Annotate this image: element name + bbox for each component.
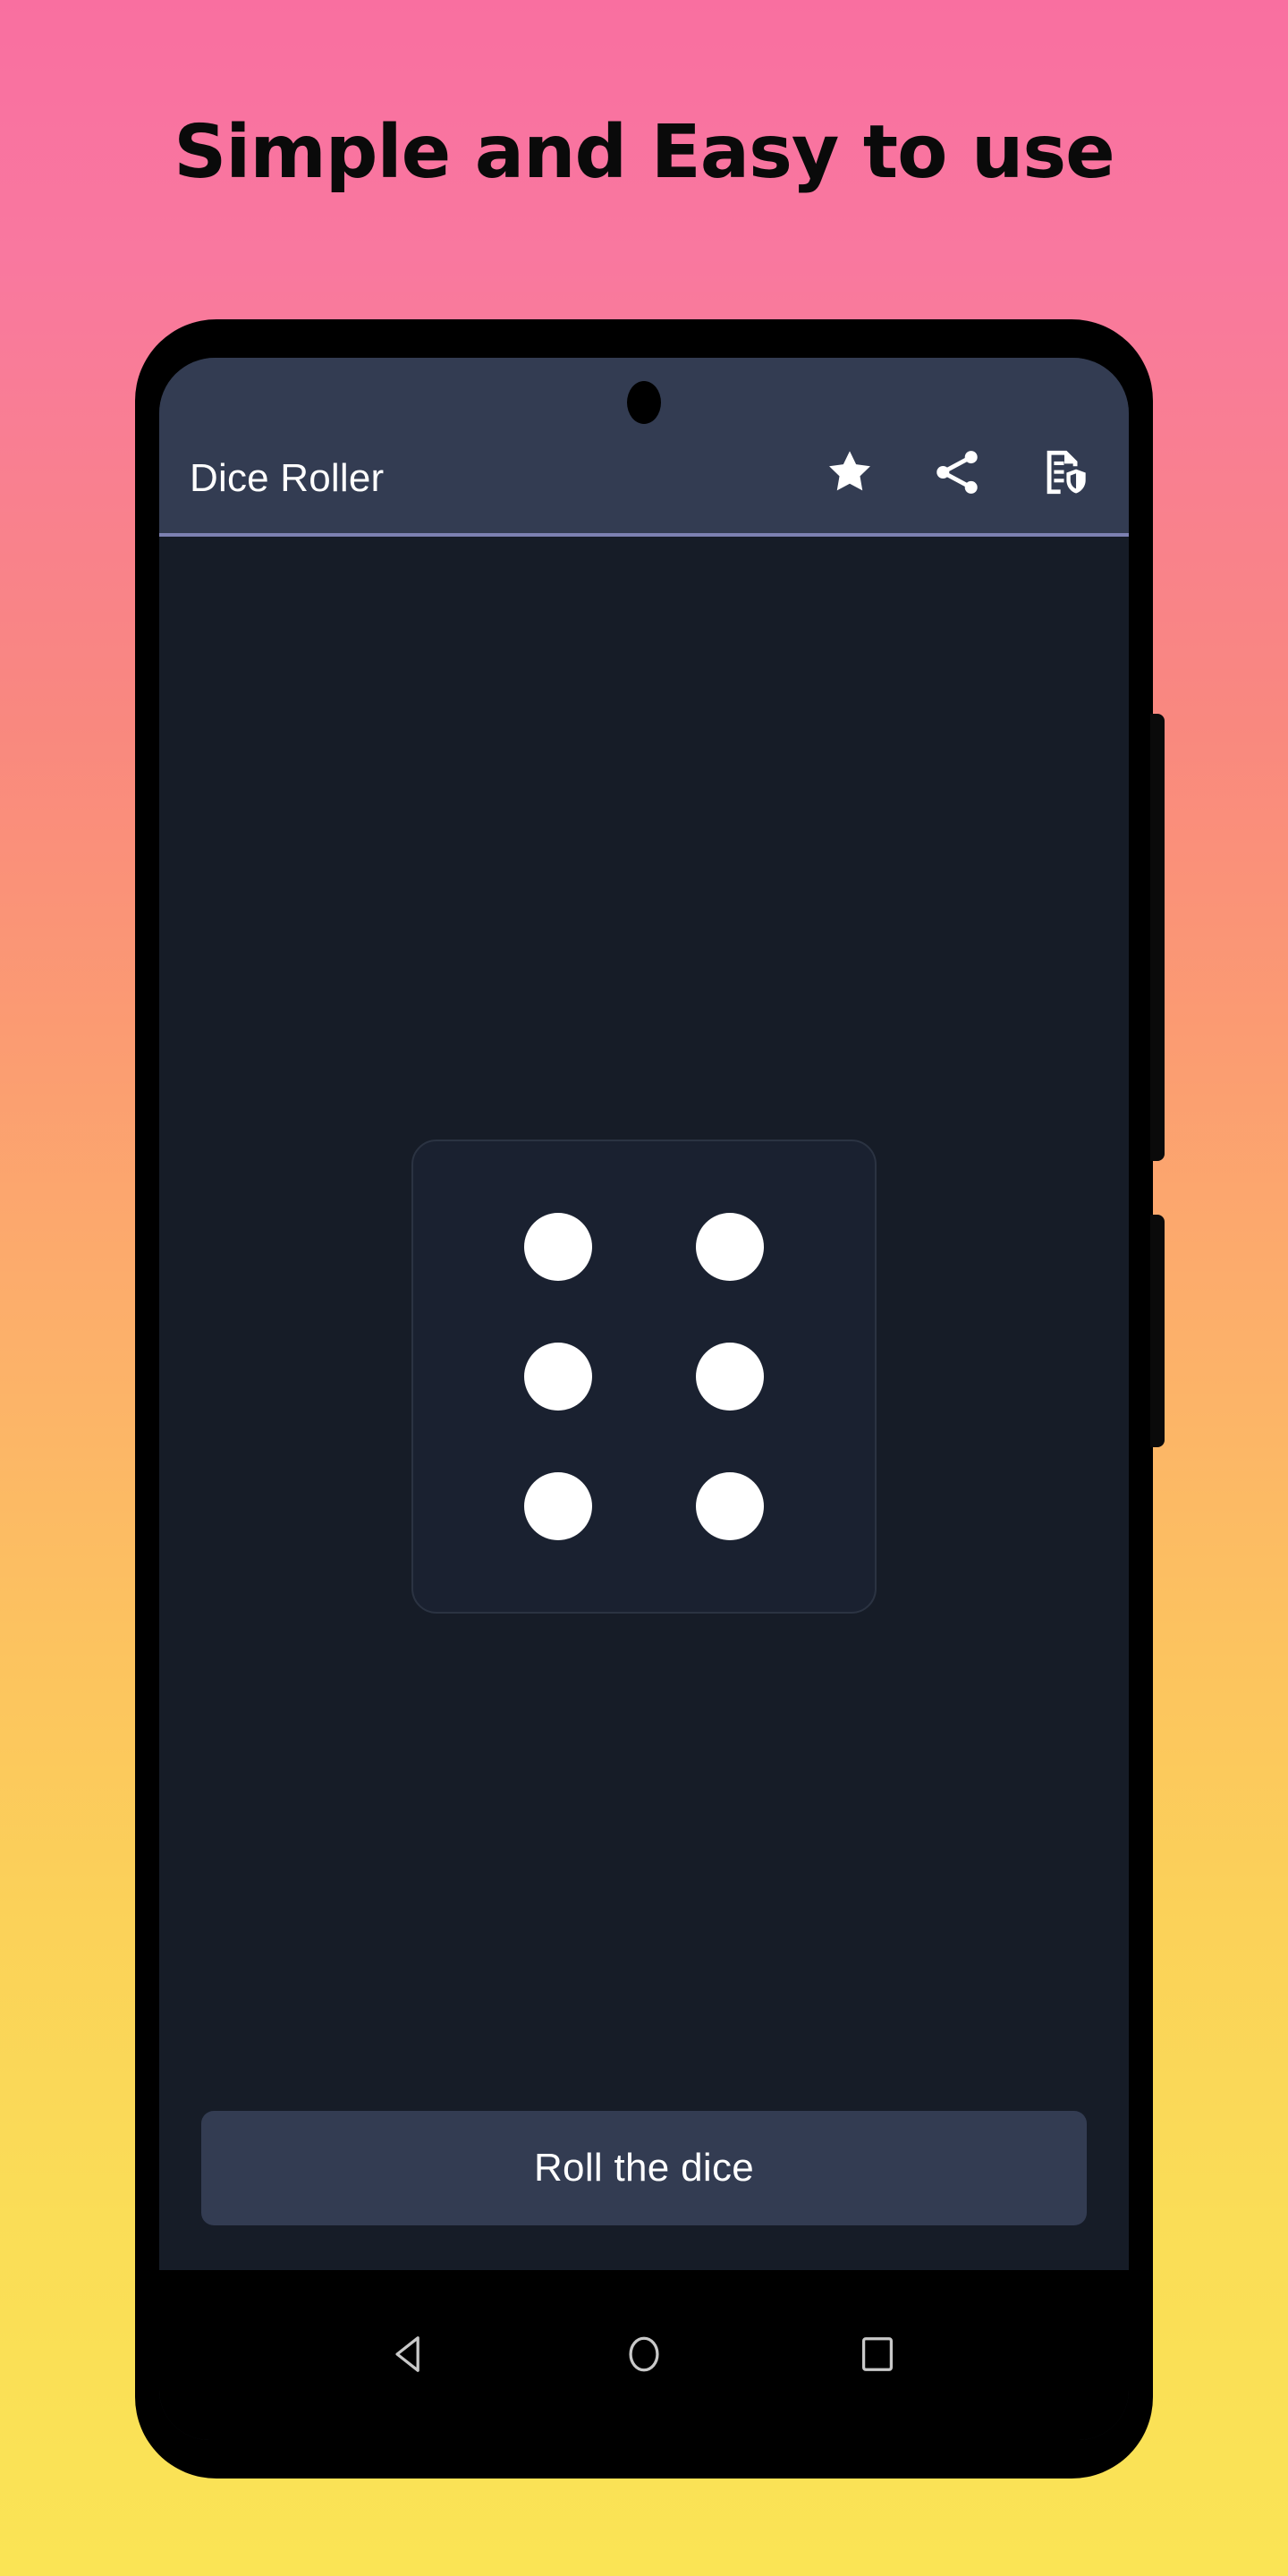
power-button[interactable] [1150,1215,1165,1447]
share-button[interactable] [928,444,986,501]
recents-square-icon [852,2329,902,2382]
dice-pip [524,1342,592,1411]
system-navigation-bar [159,2270,1129,2440]
page-title: Simple and Easy to use [174,110,1115,195]
share-icon [931,446,983,498]
dice-pip [524,1471,592,1540]
volume-button[interactable] [1150,714,1165,1161]
privacy-policy-icon [1038,446,1090,498]
front-camera [627,381,661,424]
phone-mockup: Dice Roller Roll the dice [136,320,1165,2478]
home-button[interactable] [604,2315,684,2395]
dice-face[interactable] [411,1140,877,1614]
home-circle-icon [619,2329,669,2382]
dice-pip [524,1213,592,1282]
dice-pip [696,1342,764,1411]
rate-app-button[interactable] [821,444,878,501]
roll-button-container: Roll the dice [159,2111,1129,2225]
dice-pip [696,1213,764,1282]
star-icon [824,446,876,498]
app-content: Roll the dice [159,537,1129,2270]
back-triangle-icon [386,2329,436,2382]
dice-pip [696,1471,764,1540]
privacy-policy-button[interactable] [1036,444,1093,501]
phone-screen: Dice Roller Roll the dice [159,358,1129,2440]
recents-button[interactable] [837,2315,918,2395]
back-button[interactable] [370,2315,451,2395]
app-title: Dice Roller [190,456,385,500]
app-bar-actions [821,444,1098,501]
app-bar: Dice Roller [159,358,1129,537]
roll-the-dice-button[interactable]: Roll the dice [201,2111,1087,2225]
